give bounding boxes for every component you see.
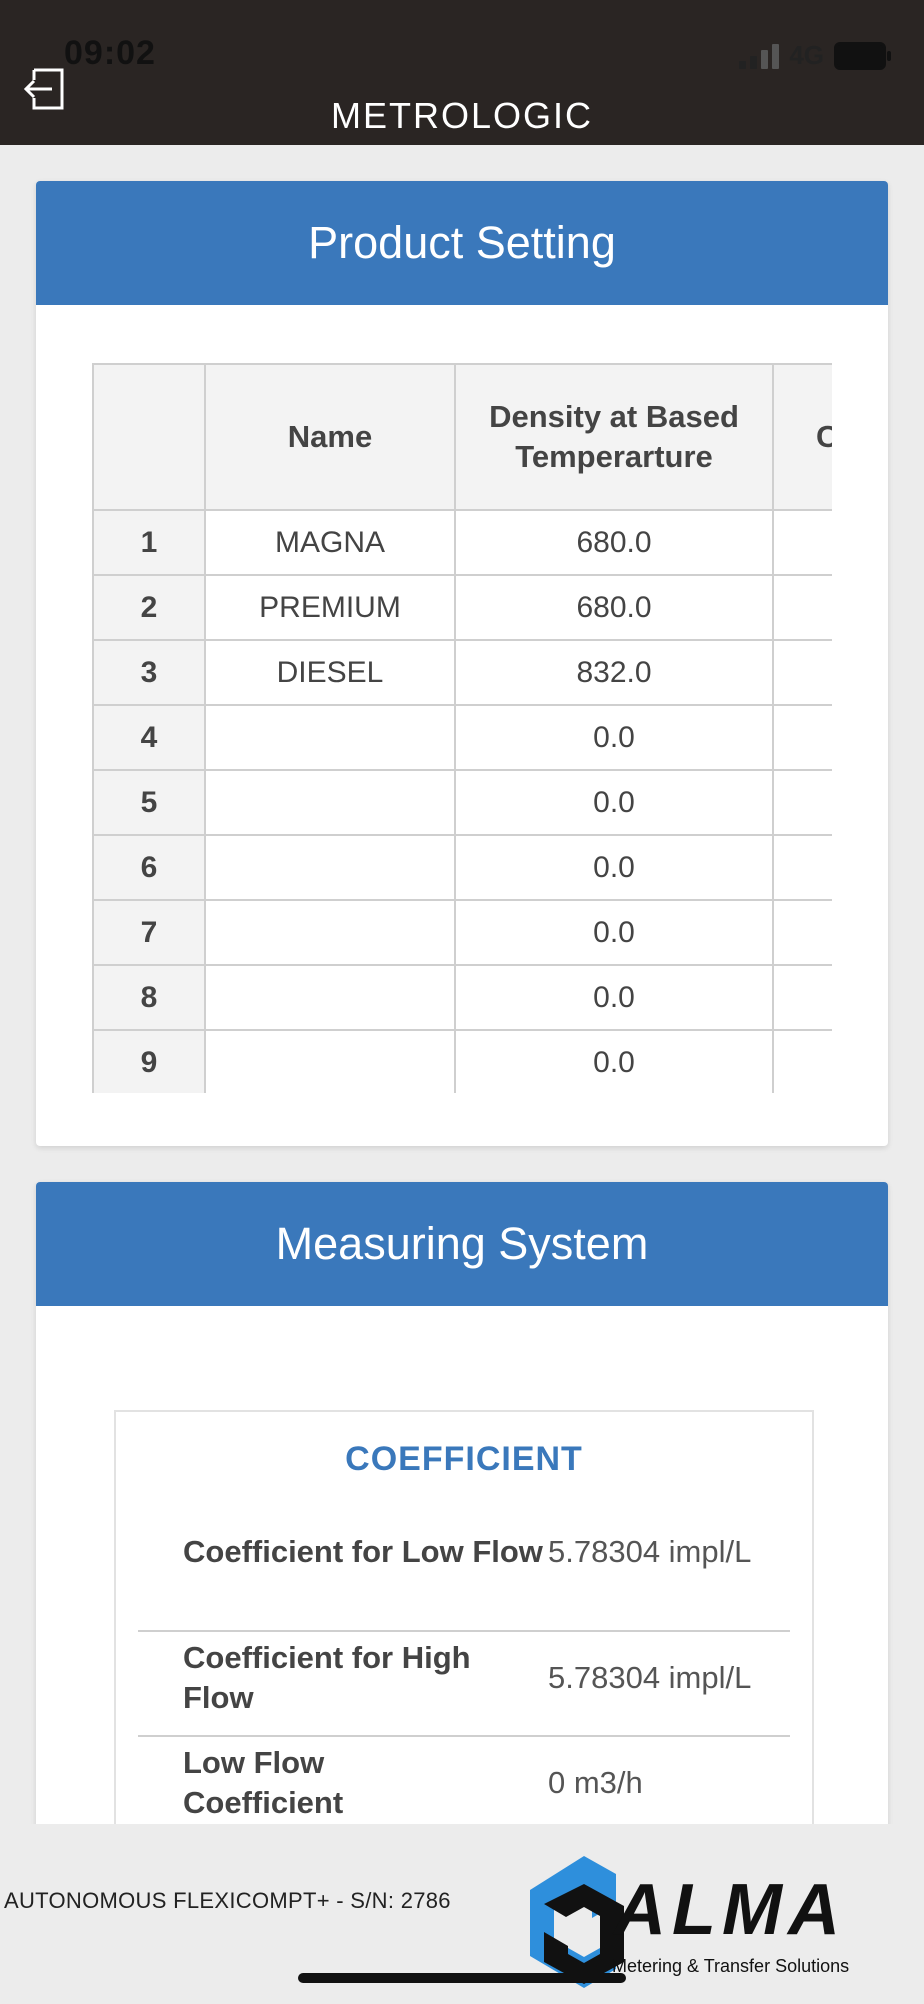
product-table-scroll[interactable]: Name Density at Based Temperarture C 1 MA… bbox=[92, 363, 832, 1093]
table-row: 7 0.0 bbox=[92, 899, 832, 966]
row-index: 1 bbox=[92, 509, 206, 576]
device-serial-label: AUTONOMOUS FLEXICOMPT+ - S/N: 2786 bbox=[4, 1888, 451, 1913]
row-next-cell bbox=[772, 834, 832, 901]
table-header-row: Name Density at Based Temperarture C bbox=[92, 363, 832, 511]
coefficient-value: 5.78304 impl/L bbox=[548, 1660, 752, 1695]
row-index: 2 bbox=[92, 574, 206, 641]
row-density: 0.0 bbox=[454, 834, 774, 901]
coefficient-value: 5.78304 impl/L bbox=[548, 1534, 752, 1569]
battery-icon bbox=[834, 41, 891, 70]
measuring-system-title: Measuring System bbox=[36, 1182, 888, 1306]
row-index: 8 bbox=[92, 964, 206, 1031]
product-table: Name Density at Based Temperarture C 1 MA… bbox=[92, 363, 832, 1093]
table-row: 6 0.0 bbox=[92, 834, 832, 901]
logo-tagline: Metering & Transfer Solutions bbox=[612, 1956, 849, 1976]
row-density: 0.0 bbox=[454, 964, 774, 1031]
row-index: 6 bbox=[92, 834, 206, 901]
row-name bbox=[204, 899, 456, 966]
divider bbox=[138, 1735, 790, 1737]
row-index: 7 bbox=[92, 899, 206, 966]
column-header-density: Density at Based Temperarture bbox=[454, 363, 774, 511]
logo-brand-word: ALMA bbox=[612, 1870, 846, 1950]
row-next-cell bbox=[772, 574, 832, 641]
row-density: 0.0 bbox=[454, 704, 774, 771]
table-row: 5 0.0 bbox=[92, 769, 832, 836]
coefficient-row: Low Flow Coefficient 0 m3/h bbox=[138, 1743, 790, 1823]
row-name bbox=[204, 1029, 456, 1093]
row-density: 832.0 bbox=[454, 639, 774, 706]
top-bar: 09:02 4G METROLOGIC bbox=[0, 0, 924, 145]
coefficient-title: COEFFICIENT bbox=[345, 1440, 583, 1478]
table-row: 2 PREMIUM 680.0 bbox=[92, 574, 832, 641]
product-setting-card: Product Setting Name Density at Based Te… bbox=[36, 181, 888, 1146]
table-row: 4 0.0 bbox=[92, 704, 832, 771]
app-title: METROLOGIC bbox=[330, 95, 593, 136]
table-row: 9 0.0 bbox=[92, 1029, 832, 1093]
row-density: 0.0 bbox=[454, 899, 774, 966]
status-indicators: 4G bbox=[739, 40, 891, 71]
row-next-cell bbox=[772, 1029, 832, 1093]
row-index: 5 bbox=[92, 769, 206, 836]
table-row: 8 0.0 bbox=[92, 964, 832, 1031]
row-name bbox=[204, 834, 456, 901]
column-header-next: C bbox=[772, 363, 832, 511]
row-name bbox=[204, 704, 456, 771]
row-next-cell bbox=[772, 639, 832, 706]
row-density: 680.0 bbox=[454, 509, 774, 576]
divider bbox=[138, 1630, 790, 1632]
row-density: 680.0 bbox=[454, 574, 774, 641]
product-setting-title: Product Setting bbox=[36, 181, 888, 305]
coefficient-row: Coefficient for Low Flow 5.78304 impl/L bbox=[138, 1532, 790, 1572]
row-density: 0.0 bbox=[454, 769, 774, 836]
status-time: 09:02 bbox=[64, 34, 156, 72]
row-name bbox=[204, 964, 456, 1031]
row-index: 4 bbox=[92, 704, 206, 771]
row-name bbox=[204, 769, 456, 836]
network-type: 4G bbox=[789, 40, 824, 70]
column-header-index bbox=[92, 363, 206, 511]
home-indicator[interactable] bbox=[298, 1973, 626, 1983]
row-index: 9 bbox=[92, 1029, 206, 1093]
row-next-cell bbox=[772, 964, 832, 1031]
table-row: 3 DIESEL 832.0 bbox=[92, 639, 832, 706]
row-name: MAGNA bbox=[204, 509, 456, 576]
coefficient-label: Low Flow Coefficient bbox=[183, 1745, 344, 1820]
row-density: 0.0 bbox=[454, 1029, 774, 1093]
row-next-cell bbox=[772, 899, 832, 966]
row-next-cell bbox=[772, 704, 832, 771]
column-header-name: Name bbox=[204, 363, 456, 511]
measuring-system-card: Measuring System COEFFICIENT Coefficient… bbox=[36, 1182, 888, 1862]
coefficient-row: Coefficient for High Flow 5.78304 impl/L bbox=[138, 1638, 790, 1718]
row-name: DIESEL bbox=[204, 639, 456, 706]
row-index: 3 bbox=[92, 639, 206, 706]
row-next-cell bbox=[772, 509, 832, 576]
table-row: 1 MAGNA 680.0 bbox=[92, 509, 832, 576]
coefficient-label: Coefficient for High Flow bbox=[183, 1640, 471, 1715]
coefficient-label: Coefficient for Low Flow bbox=[183, 1534, 543, 1569]
row-name: PREMIUM bbox=[204, 574, 456, 641]
coefficient-panel: COEFFICIENT Coefficient for Low Flow 5.7… bbox=[114, 1410, 814, 1834]
coefficient-value: 0 m3/h bbox=[548, 1765, 643, 1800]
row-next-cell bbox=[772, 769, 832, 836]
signal-icon bbox=[739, 43, 780, 69]
